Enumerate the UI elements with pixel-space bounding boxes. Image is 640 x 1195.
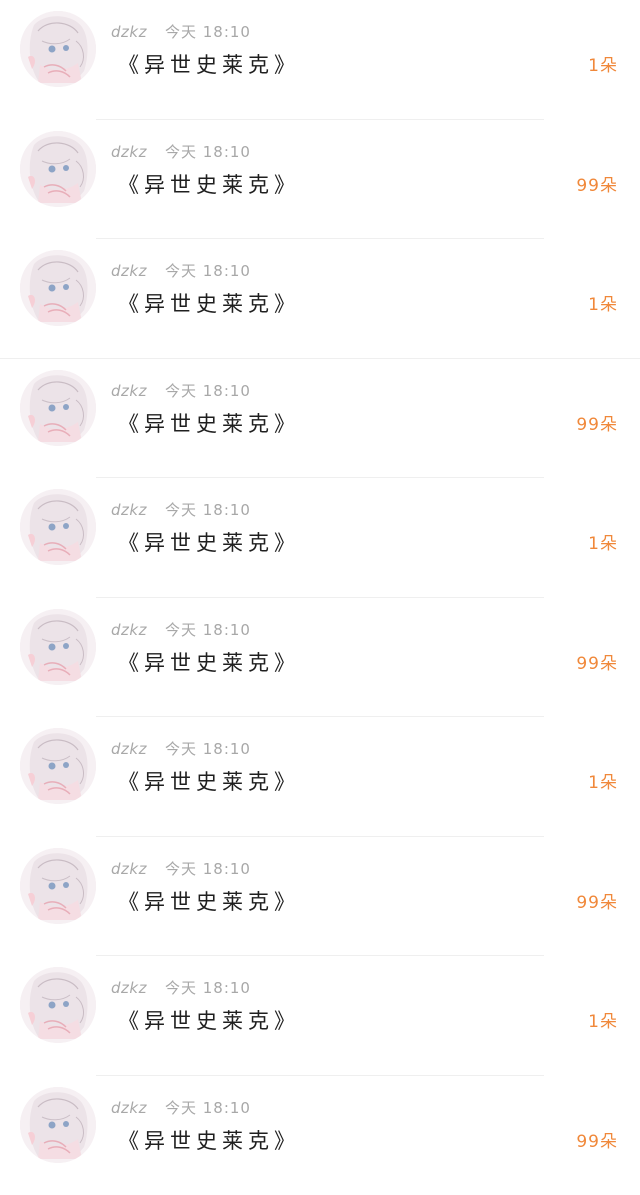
gift-book-title: 《异世史莱克》 <box>118 288 300 320</box>
username[interactable]: dzkz <box>111 621 147 639</box>
timestamp: 今天 18:10 <box>165 501 251 519</box>
timestamp: 今天 18:10 <box>165 621 251 639</box>
avatar[interactable] <box>20 370 96 446</box>
timestamp: 今天 18:10 <box>165 262 251 280</box>
list-item[interactable]: dzkz 今天 18:10 《异世史莱克》 99朵 <box>0 598 640 718</box>
flower-count: 1朵 <box>588 531 618 557</box>
avatar[interactable] <box>20 967 96 1043</box>
flower-count: 99朵 <box>576 412 618 438</box>
gift-book-title: 《异世史莱克》 <box>118 1125 300 1157</box>
gift-book-title: 《异世史莱克》 <box>118 169 300 201</box>
avatar[interactable] <box>20 131 96 207</box>
username[interactable]: dzkz <box>111 979 147 997</box>
flower-count: 99朵 <box>576 651 618 677</box>
meta-line: dzkz 今天 18:10 <box>111 739 251 759</box>
gift-book-title: 《异世史莱克》 <box>118 527 300 559</box>
timestamp: 今天 18:10 <box>165 382 251 400</box>
timestamp: 今天 18:10 <box>165 860 251 878</box>
gift-book-title: 《异世史莱克》 <box>118 408 300 440</box>
username[interactable]: dzkz <box>111 143 147 161</box>
avatar[interactable] <box>20 848 96 924</box>
gift-book-title: 《异世史莱克》 <box>118 886 300 918</box>
flower-count: 1朵 <box>588 53 618 79</box>
anime-girl-avatar-icon <box>20 967 96 1043</box>
avatar[interactable] <box>20 250 96 326</box>
list-item[interactable]: dzkz 今天 18:10 《异世史莱克》 99朵 <box>0 837 640 957</box>
flower-count: 1朵 <box>588 292 618 318</box>
avatar[interactable] <box>20 11 96 87</box>
flower-count: 99朵 <box>576 890 618 916</box>
flower-count: 99朵 <box>576 1129 618 1155</box>
meta-line: dzkz 今天 18:10 <box>111 620 251 640</box>
meta-line: dzkz 今天 18:10 <box>111 859 251 879</box>
timestamp: 今天 18:10 <box>165 740 251 758</box>
list-item[interactable]: dzkz 今天 18:10 《异世史莱克》 1朵 <box>0 0 640 120</box>
username[interactable]: dzkz <box>111 860 147 878</box>
meta-line: dzkz 今天 18:10 <box>111 142 251 162</box>
anime-girl-avatar-icon <box>20 131 96 207</box>
avatar[interactable] <box>20 609 96 685</box>
avatar[interactable] <box>20 1087 96 1163</box>
timestamp: 今天 18:10 <box>165 23 251 41</box>
anime-girl-avatar-icon <box>20 489 96 565</box>
flower-count: 1朵 <box>588 1009 618 1035</box>
gift-book-title: 《异世史莱克》 <box>118 49 300 81</box>
list-item[interactable]: dzkz 今天 18:10 《异世史莱克》 99朵 <box>0 1076 640 1195</box>
timestamp: 今天 18:10 <box>165 1099 251 1117</box>
username[interactable]: dzkz <box>111 1099 147 1117</box>
meta-line: dzkz 今天 18:10 <box>111 381 251 401</box>
meta-line: dzkz 今天 18:10 <box>111 978 251 998</box>
timestamp: 今天 18:10 <box>165 143 251 161</box>
username[interactable]: dzkz <box>111 382 147 400</box>
anime-girl-avatar-icon <box>20 370 96 446</box>
anime-girl-avatar-icon <box>20 250 96 326</box>
anime-girl-avatar-icon <box>20 609 96 685</box>
anime-girl-avatar-icon <box>20 11 96 87</box>
username[interactable]: dzkz <box>111 501 147 519</box>
gift-record-list: dzkz 今天 18:10 《异世史莱克》 1朵 dzkz 今天 18:10 《异世… <box>0 0 640 1172</box>
flower-count: 1朵 <box>588 770 618 796</box>
meta-line: dzkz 今天 18:10 <box>111 22 251 42</box>
username[interactable]: dzkz <box>111 23 147 41</box>
list-item[interactable]: dzkz 今天 18:10 《异世史莱克》 99朵 <box>0 359 640 479</box>
list-item[interactable]: dzkz 今天 18:10 《异世史莱克》 1朵 <box>0 478 640 598</box>
meta-line: dzkz 今天 18:10 <box>111 261 251 281</box>
anime-girl-avatar-icon <box>20 848 96 924</box>
meta-line: dzkz 今天 18:10 <box>111 1098 251 1118</box>
username[interactable]: dzkz <box>111 740 147 758</box>
list-item[interactable]: dzkz 今天 18:10 《异世史莱克》 99朵 <box>0 120 640 240</box>
timestamp: 今天 18:10 <box>165 979 251 997</box>
flower-count: 99朵 <box>576 173 618 199</box>
gift-book-title: 《异世史莱克》 <box>118 647 300 679</box>
list-item[interactable]: dzkz 今天 18:10 《异世史莱克》 1朵 <box>0 717 640 837</box>
anime-girl-avatar-icon <box>20 1087 96 1163</box>
gift-book-title: 《异世史莱克》 <box>118 766 300 798</box>
gift-book-title: 《异世史莱克》 <box>118 1005 300 1037</box>
list-item[interactable]: dzkz 今天 18:10 《异世史莱克》 1朵 <box>0 956 640 1076</box>
username[interactable]: dzkz <box>111 262 147 280</box>
avatar[interactable] <box>20 489 96 565</box>
anime-girl-avatar-icon <box>20 728 96 804</box>
list-item[interactable]: dzkz 今天 18:10 《异世史莱克》 1朵 <box>0 239 640 359</box>
meta-line: dzkz 今天 18:10 <box>111 500 251 520</box>
avatar[interactable] <box>20 728 96 804</box>
